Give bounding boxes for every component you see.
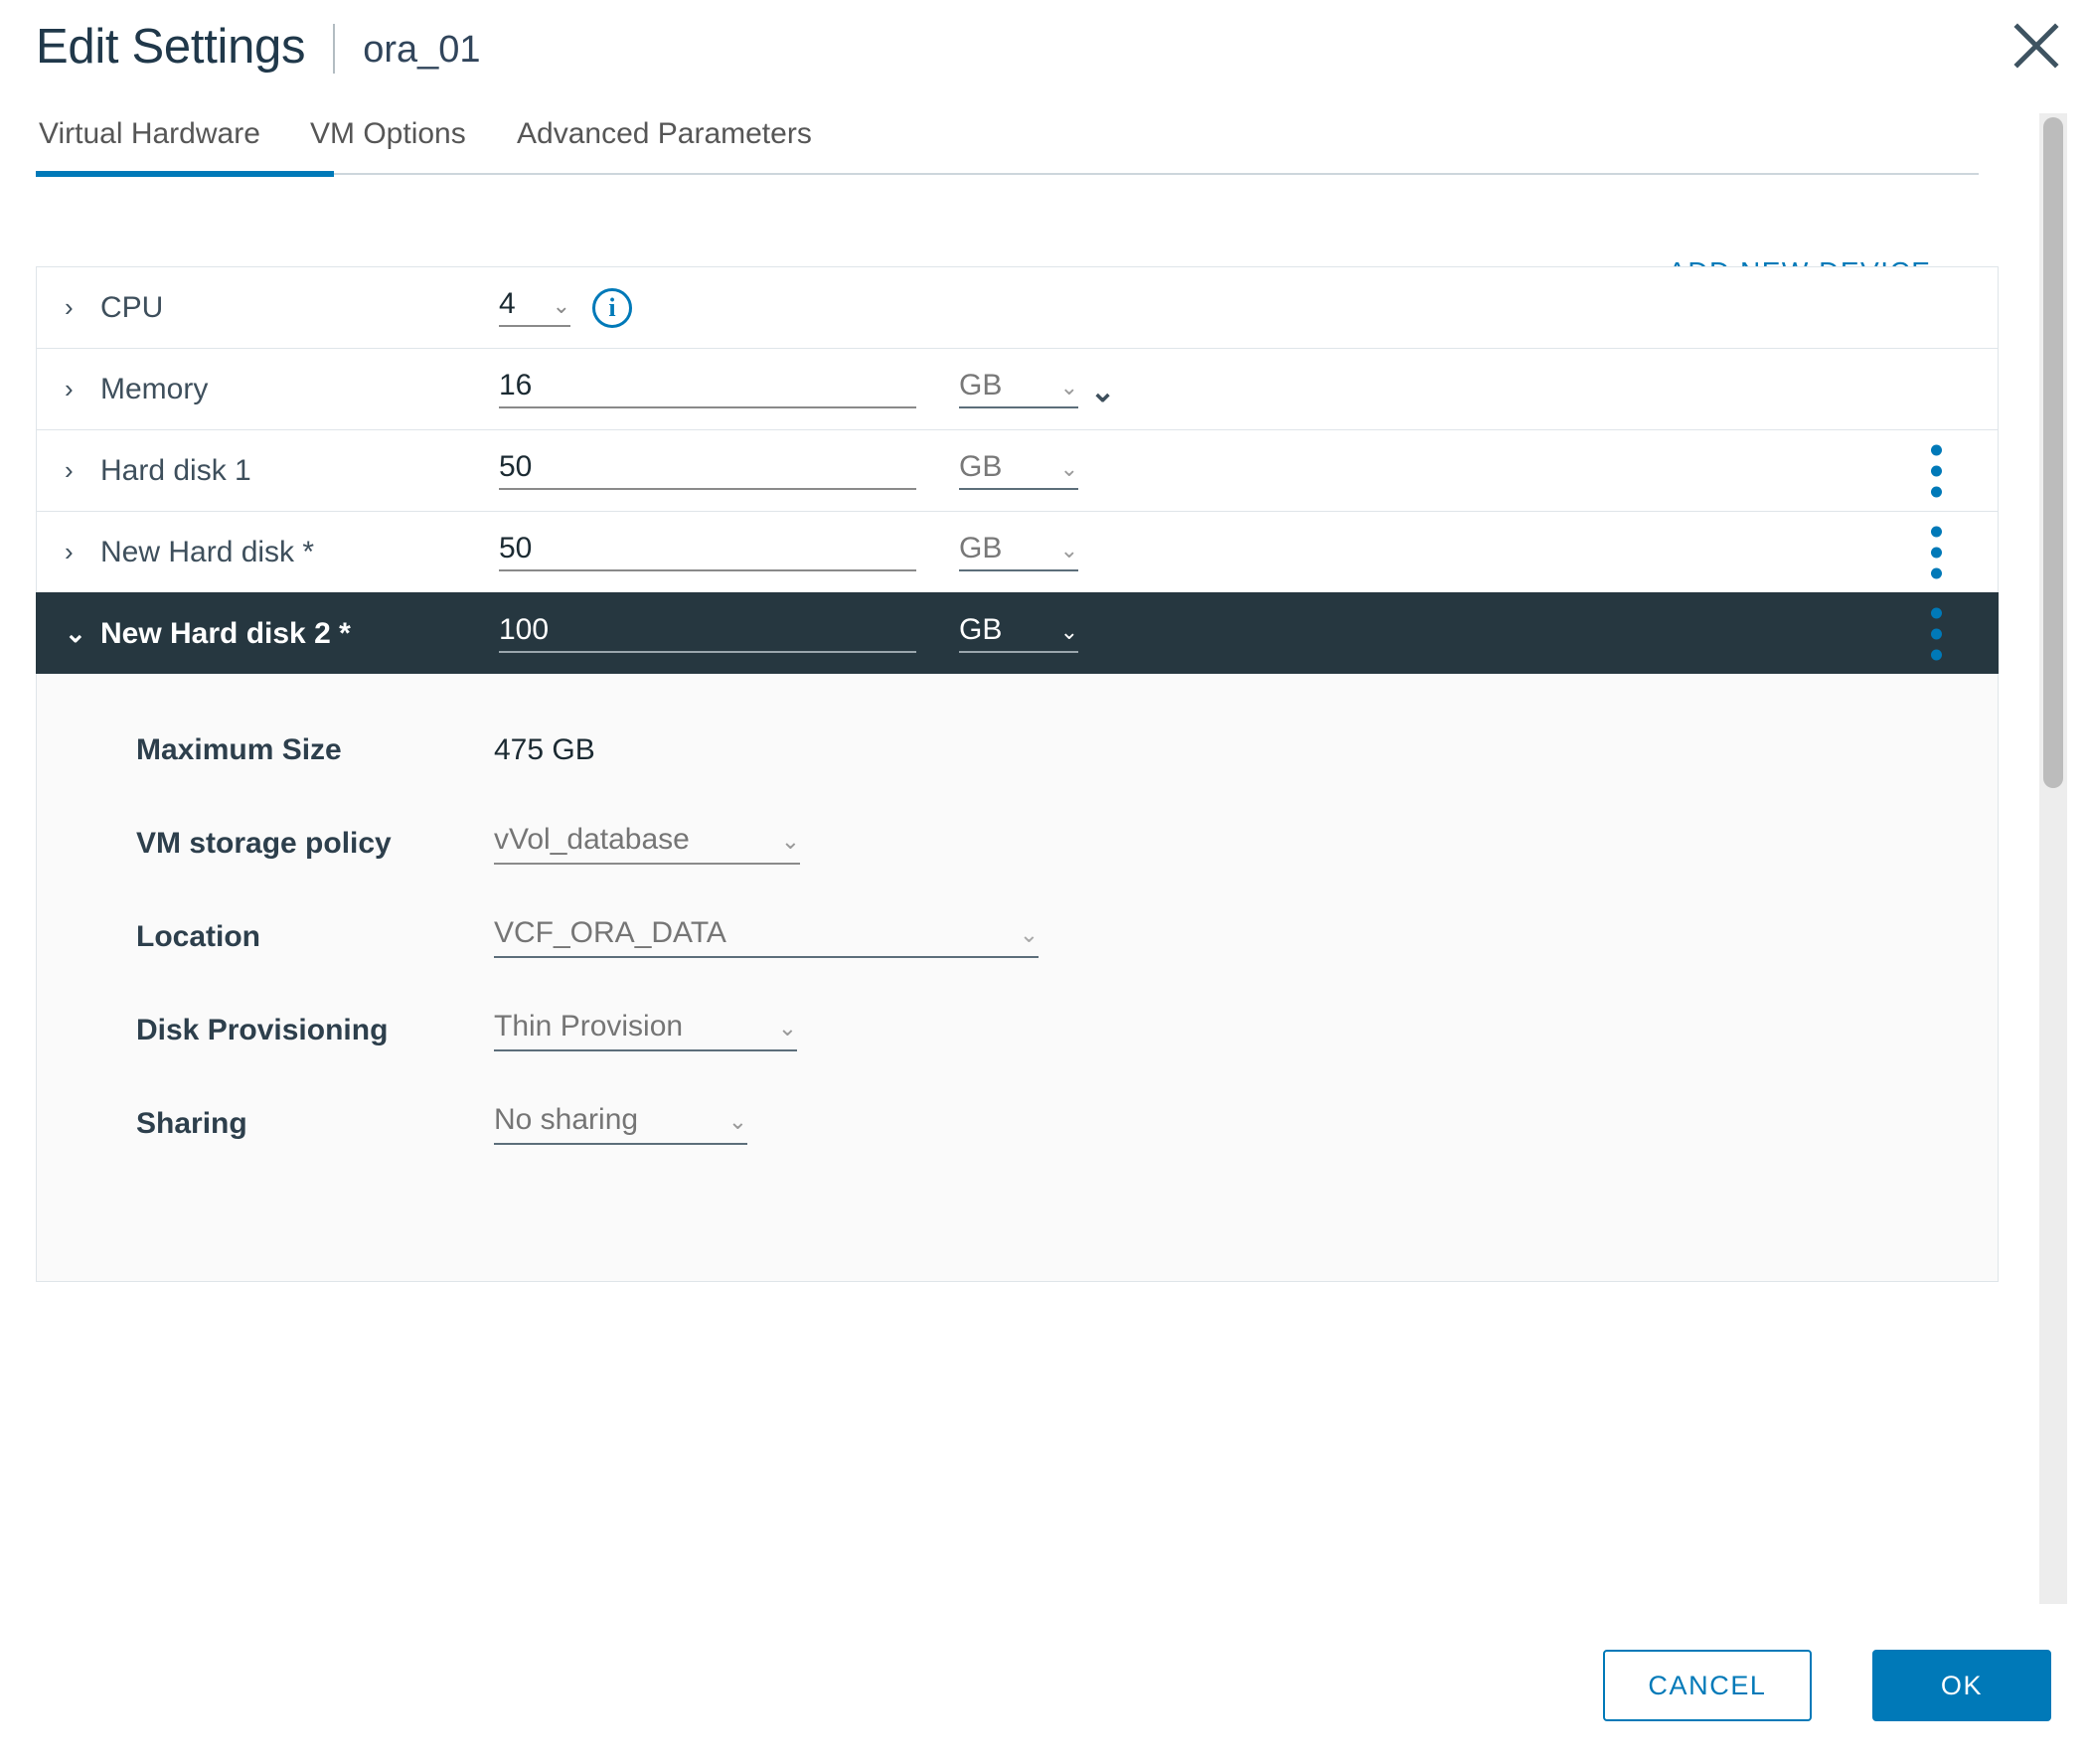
new-hard-disk-size-input[interactable]: 50	[499, 531, 916, 571]
device-row-hard-disk-1[interactable]: › Hard disk 1 50 GB ⌄	[36, 429, 1999, 511]
device-list: › CPU 4 ⌄ i › Memory 16 ⌄ GB ⌄ › Hard di…	[36, 266, 1999, 1282]
memory-dropdown-chevron-icon[interactable]: ⌄	[1090, 375, 1115, 409]
vm-storage-policy-select[interactable]: vVol_database ⌄	[494, 825, 800, 865]
chevron-right-icon[interactable]: ›	[65, 292, 86, 323]
page-title: Edit Settings	[36, 19, 306, 74]
chevron-down-icon: ⌄	[1059, 537, 1078, 562]
hard-disk-1-size-value: 50	[499, 449, 533, 483]
chevron-down-icon[interactable]: ⌄	[65, 618, 86, 649]
device-row-new-hard-disk-2[interactable]: ⌄ New Hard disk 2 * 100 GB ⌄	[36, 592, 1999, 674]
close-icon[interactable]	[2011, 21, 2061, 71]
memory-unit-select[interactable]: GB ⌄	[959, 368, 1078, 408]
vm-name: ora_01	[363, 29, 481, 71]
device-name: Hard disk 1	[100, 453, 251, 487]
device-name: CPU	[100, 290, 164, 324]
device-name: New Hard disk 2 *	[100, 616, 351, 650]
chevron-down-icon: ⌄	[777, 1015, 797, 1041]
field-disk-provisioning: Disk Provisioning Thin Provision ⌄	[37, 1012, 1998, 1105]
chevron-right-icon[interactable]: ›	[65, 455, 86, 486]
memory-size-input[interactable]: 16	[499, 368, 916, 408]
device-name: New Hard disk *	[100, 535, 315, 568]
cpu-count-value: 4	[499, 286, 516, 320]
device-row-label: › Memory	[65, 373, 462, 406]
field-maximum-size: Maximum Size 475 GB	[37, 731, 1998, 825]
cancel-button[interactable]: CANCEL	[1603, 1650, 1812, 1721]
hard-disk-1-size-input[interactable]: 50	[499, 449, 916, 490]
edit-settings-dialog: Edit Settings ora_01 Virtual Hardware VM…	[0, 0, 2087, 1764]
memory-unit-value: GB	[959, 368, 1003, 401]
vm-storage-policy-value: vVol_database	[494, 823, 690, 856]
new-hard-disk-2-detail-panel: Maximum Size 475 GB VM storage policy vV…	[36, 674, 1999, 1282]
field-location: Location VCF_ORA_DATA ⌄	[37, 918, 1998, 1012]
device-row-label: › CPU	[65, 291, 462, 325]
chevron-down-icon: ⌄	[1059, 374, 1078, 400]
chevron-down-icon: ⌄	[1059, 618, 1078, 644]
new-hard-disk-2-unit-select[interactable]: GB ⌄	[959, 612, 1078, 653]
new-hard-disk-2-size-value: 100	[499, 612, 550, 646]
disk-provisioning-label: Disk Provisioning	[136, 1014, 389, 1046]
device-row-label: › Hard disk 1	[65, 454, 462, 488]
new-hard-disk-size-value: 50	[499, 531, 533, 564]
location-label: Location	[136, 920, 260, 953]
vertical-scrollbar-thumb[interactable]	[2043, 117, 2063, 788]
device-row-new-hard-disk[interactable]: › New Hard disk * 50 GB ⌄	[36, 511, 1999, 592]
new-hard-disk-unit-value: GB	[959, 531, 1003, 564]
sharing-label: Sharing	[136, 1107, 247, 1140]
chevron-down-icon: ⌄	[1059, 455, 1078, 481]
disk-provisioning-select[interactable]: Thin Provision ⌄	[494, 1012, 797, 1051]
sharing-value: No sharing	[494, 1103, 639, 1136]
device-row-memory[interactable]: › Memory 16 ⌄ GB ⌄	[36, 348, 1999, 429]
new-hard-disk-2-unit-value: GB	[959, 612, 1003, 646]
hard-disk-1-overflow-menu-icon[interactable]	[1931, 444, 1945, 497]
sharing-select[interactable]: No sharing ⌄	[494, 1105, 747, 1145]
device-row-cpu[interactable]: › CPU 4 ⌄ i	[36, 266, 1999, 348]
device-row-label: ⌄ New Hard disk 2 *	[65, 617, 462, 651]
chevron-down-icon: ⌄	[727, 1108, 747, 1134]
chevron-down-icon: ⌄	[552, 292, 570, 318]
new-hard-disk-unit-select[interactable]: GB ⌄	[959, 531, 1078, 571]
new-hard-disk-overflow-menu-icon[interactable]	[1931, 526, 1945, 578]
ok-button[interactable]: OK	[1872, 1650, 2051, 1721]
hard-disk-1-unit-value: GB	[959, 449, 1003, 483]
new-hard-disk-2-size-input[interactable]: 100	[499, 612, 916, 653]
tab-bar: Virtual Hardware VM Options Advanced Par…	[0, 117, 1998, 177]
chevron-down-icon: ⌄	[780, 828, 800, 854]
title-divider	[333, 24, 336, 74]
maximum-size-value: 475 GB	[494, 733, 595, 766]
chevron-right-icon[interactable]: ›	[65, 374, 86, 404]
cpu-count-select[interactable]: 4 ⌄	[499, 286, 570, 327]
device-name: Memory	[100, 372, 209, 405]
dialog-footer: CANCEL OK	[0, 1615, 2087, 1764]
chevron-down-icon: ⌄	[1019, 921, 1039, 947]
info-icon[interactable]: i	[592, 287, 632, 328]
hard-disk-1-unit-select[interactable]: GB ⌄	[959, 449, 1078, 490]
field-vm-storage-policy: VM storage policy vVol_database ⌄	[37, 825, 1998, 918]
tab-active-indicator	[36, 171, 334, 177]
new-hard-disk-2-overflow-menu-icon[interactable]	[1931, 607, 1945, 660]
chevron-right-icon[interactable]: ›	[65, 537, 86, 567]
device-list-scroll-area: › CPU 4 ⌄ i › Memory 16 ⌄ GB ⌄ › Hard di…	[36, 266, 1999, 1613]
location-select[interactable]: VCF_ORA_DATA ⌄	[494, 918, 1039, 958]
tab-virtual-hardware[interactable]: Virtual Hardware	[39, 117, 260, 151]
dialog-header: Edit Settings ora_01	[0, 0, 2087, 117]
memory-size-value: 16	[499, 368, 533, 401]
vm-storage-policy-label: VM storage policy	[136, 827, 392, 860]
disk-provisioning-value: Thin Provision	[494, 1010, 684, 1042]
tab-advanced-parameters[interactable]: Advanced Parameters	[517, 117, 812, 151]
tab-vm-options[interactable]: VM Options	[310, 117, 466, 151]
device-row-label: › New Hard disk *	[65, 536, 462, 569]
dialog-title-group: Edit Settings ora_01	[36, 19, 481, 74]
maximum-size-label: Maximum Size	[136, 733, 342, 766]
vertical-scrollbar-track[interactable]	[2039, 113, 2067, 1604]
location-value: VCF_ORA_DATA	[494, 916, 726, 949]
field-sharing: Sharing No sharing ⌄	[37, 1105, 1998, 1199]
